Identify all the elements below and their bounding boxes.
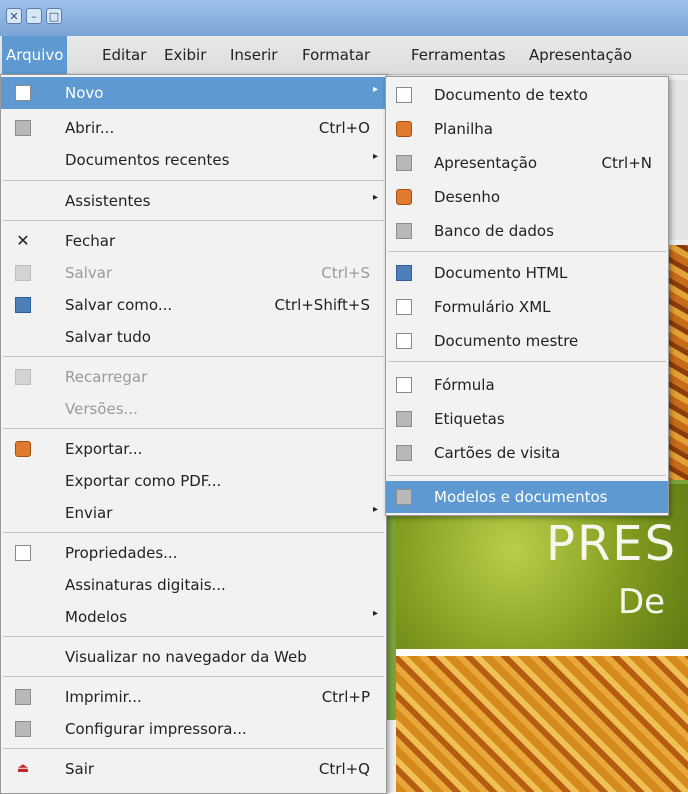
- separator: [3, 180, 384, 181]
- formula-icon: [396, 377, 412, 393]
- business-cards-icon: [396, 445, 412, 461]
- submenu-item-planilha[interactable]: Planilha: [386, 113, 668, 145]
- slide-preview[interactable]: PRES De: [396, 484, 688, 792]
- menu-item-modelos[interactable]: Modelos ▸: [1, 601, 386, 633]
- menu-item-configurar-impressora[interactable]: Configurar impressora...: [1, 713, 386, 745]
- presentation-icon: [396, 155, 412, 171]
- submenu-item-formulario-xml[interactable]: Formulário XML: [386, 291, 668, 323]
- title-bar: ✕ – □: [0, 0, 688, 36]
- menu-item-assinaturas[interactable]: Assinaturas digitais...: [1, 569, 386, 601]
- menu-item-salvar: Salvar Ctrl+S: [1, 257, 386, 289]
- window-controls: ✕ – □: [6, 8, 62, 24]
- menu-formatar[interactable]: Formatar: [298, 36, 374, 74]
- menu-item-visualizar-navegador[interactable]: Visualizar no navegador da Web: [1, 641, 386, 673]
- menu-item-enviar[interactable]: Enviar ▸: [1, 497, 386, 529]
- xml-form-icon: [396, 299, 412, 315]
- properties-icon: [15, 545, 31, 561]
- submenu-arrow-icon: ▸: [372, 84, 378, 95]
- maximize-window-icon[interactable]: □: [46, 8, 62, 24]
- submenu-item-desenho[interactable]: Desenho: [386, 181, 668, 213]
- master-document-icon: [396, 333, 412, 349]
- separator: [388, 251, 666, 252]
- menu-inserir[interactable]: Inserir: [226, 36, 281, 74]
- menu-item-versoes: Versões...: [65, 400, 138, 418]
- menu-apresentacao[interactable]: Apresentação: [525, 36, 636, 74]
- save-disk-icon: [15, 265, 31, 281]
- new-submenu: Documento de texto Planilha Apresentação…: [385, 76, 669, 516]
- printer-setup-icon: [15, 721, 31, 737]
- file-menu: Novo ▸ Abrir... Ctrl+O Documentos recent…: [0, 74, 387, 794]
- submenu-item-etiquetas[interactable]: Etiquetas: [386, 403, 668, 435]
- slide-subtitle: De: [618, 582, 666, 622]
- submenu-arrow-icon: ▸: [372, 504, 378, 515]
- separator: [3, 356, 384, 357]
- menu-item-documentos-recentes[interactable]: Documentos recentes ▸: [1, 144, 386, 176]
- printer-icon: [15, 689, 31, 705]
- menu-item-imprimir[interactable]: Imprimir... Ctrl+P: [1, 681, 386, 713]
- close-window-icon[interactable]: ✕: [6, 8, 22, 24]
- submenu-item-formula[interactable]: Fórmula: [386, 369, 668, 401]
- menu-ferramentas[interactable]: Ferramentas: [407, 36, 510, 74]
- html-document-icon: [396, 265, 412, 281]
- menu-bar: Arquivo Editar Exibir Inserir Formatar F…: [0, 36, 688, 75]
- menu-item-fechar[interactable]: ✕ Fechar: [1, 225, 386, 257]
- slide-autumn-image: [396, 656, 688, 792]
- open-folder-icon: [15, 120, 31, 136]
- labels-icon: [396, 411, 412, 427]
- menu-item-assistentes[interactable]: Assistentes ▸: [1, 185, 386, 217]
- separator: [3, 676, 384, 677]
- submenu-item-documento-mestre[interactable]: Documento mestre: [386, 325, 668, 357]
- submenu-item-banco-dados[interactable]: Banco de dados: [386, 215, 668, 247]
- menu-item-recarregar: Recarregar: [1, 361, 386, 393]
- submenu-item-apresentacao[interactable]: Apresentação Ctrl+N: [386, 147, 668, 179]
- separator: [388, 361, 666, 362]
- menu-exibir[interactable]: Exibir: [160, 36, 210, 74]
- menu-arquivo[interactable]: Arquivo: [2, 36, 68, 74]
- separator: [3, 532, 384, 533]
- submenu-item-modelos-documentos[interactable]: Modelos e documentos: [386, 481, 668, 513]
- menu-item-salvar-tudo[interactable]: Salvar tudo: [1, 321, 386, 353]
- separator: [388, 475, 666, 476]
- menu-item-exportar-pdf[interactable]: Exportar como PDF...: [1, 465, 386, 497]
- spreadsheet-icon: [396, 121, 412, 137]
- menu-item-salvar-como[interactable]: Salvar como... Ctrl+Shift+S: [1, 289, 386, 321]
- drawing-icon: [396, 189, 412, 205]
- separator: [3, 748, 384, 749]
- submenu-arrow-icon: ▸: [372, 192, 378, 203]
- separator: [3, 220, 384, 221]
- close-x-icon: ✕: [16, 231, 30, 250]
- submenu-item-documento-texto[interactable]: Documento de texto: [386, 79, 668, 111]
- slide-title: PRES: [546, 516, 678, 572]
- menu-editar[interactable]: Editar: [98, 36, 150, 74]
- submenu-item-documento-html[interactable]: Documento HTML: [386, 257, 668, 289]
- save-as-icon: [15, 297, 31, 313]
- export-icon: [15, 441, 31, 457]
- templates-icon: [396, 489, 412, 505]
- submenu-arrow-icon: ▸: [372, 608, 378, 619]
- writer-document-icon: [396, 87, 412, 103]
- menu-item-abrir[interactable]: Abrir... Ctrl+O: [1, 112, 386, 144]
- database-icon: [396, 223, 412, 239]
- submenu-arrow-icon: ▸: [372, 151, 378, 162]
- separator: [3, 428, 384, 429]
- reload-icon: [15, 369, 31, 385]
- submenu-item-cartoes-visita[interactable]: Cartões de visita: [386, 437, 668, 469]
- menu-item-sair[interactable]: ⏏ Sair Ctrl+Q: [1, 753, 386, 785]
- menu-item-exportar[interactable]: Exportar...: [1, 433, 386, 465]
- menu-item-novo[interactable]: Novo ▸: [1, 77, 386, 109]
- menu-item-propriedades[interactable]: Propriedades...: [1, 537, 386, 569]
- separator: [3, 636, 384, 637]
- exit-icon: ⏏: [16, 761, 30, 776]
- minimize-window-icon[interactable]: –: [26, 8, 42, 24]
- new-document-icon: [15, 85, 31, 101]
